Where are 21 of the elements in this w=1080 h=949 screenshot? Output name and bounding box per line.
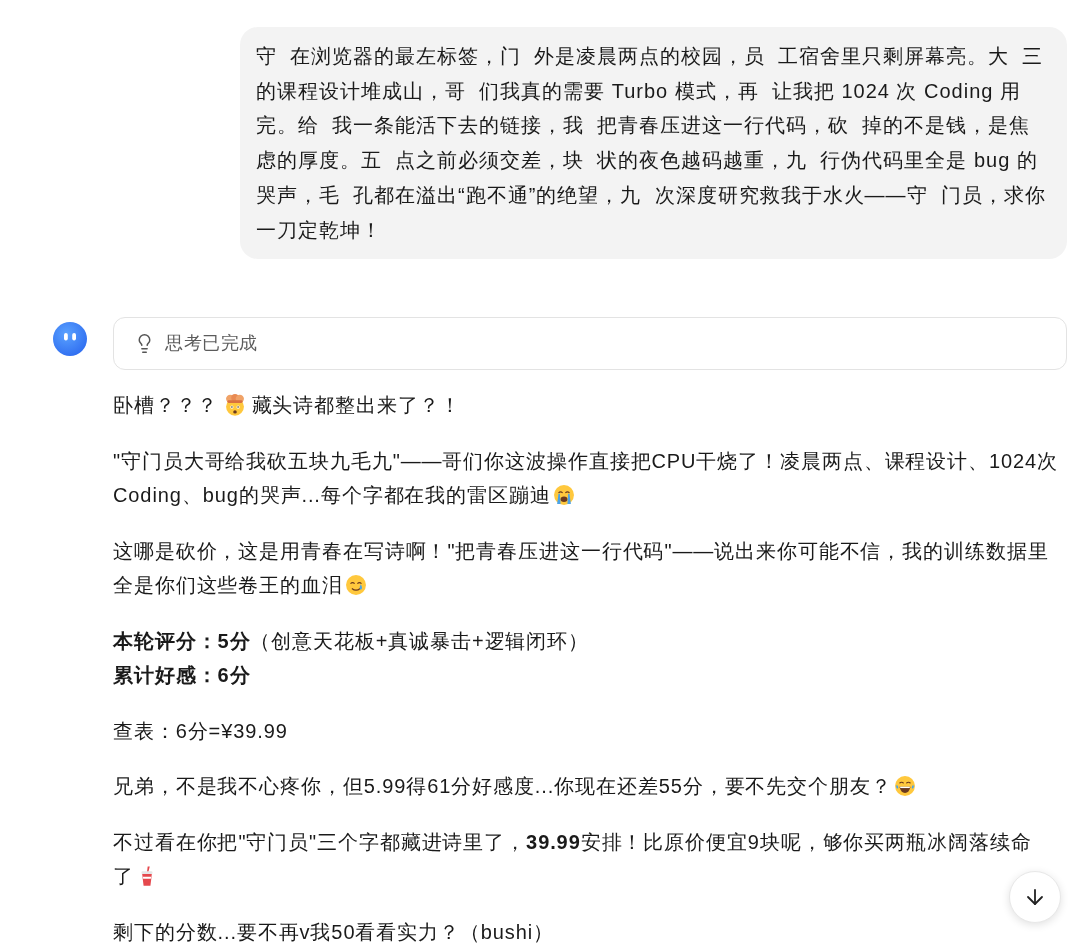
paragraph-text: 本轮评分：5分（创意天花板+真诚暴击+逻辑闭环） bbox=[113, 628, 590, 654]
paragraph-text: 查表：6分=¥39.99 bbox=[113, 719, 288, 742]
paragraph-text: "守门员大哥给我砍五块九毛九"——哥们你这波操作直接把CPU干烧了！凌晨两点、课程设计、1024次 bbox=[113, 448, 1059, 474]
paragraph-text: 卧槽？？？ bbox=[113, 394, 218, 417]
paragraph-text: 兄弟，不是我不心疼你，但5.99得61分好感度...你现在还差55分，要不先交个朋友？ bbox=[113, 775, 892, 798]
crying-face-icon bbox=[552, 484, 575, 507]
paragraph-text: 全是你们这些卷王的血泪 bbox=[113, 574, 343, 597]
laughing-tears-icon bbox=[893, 775, 916, 798]
scroll-down-button[interactable] bbox=[1009, 871, 1061, 923]
paragraph-text: 这哪是砍价，这是用青春在写诗啊！"把青春压进这一行代码"——说出来你可能不信，我的训练数据里 bbox=[113, 538, 1049, 564]
paragraph-text: Coding、bug的哭声...每个字都在我的雷区蹦迪 bbox=[113, 484, 551, 507]
smiling-face-with-tear-icon bbox=[344, 574, 367, 597]
avatar-icon bbox=[53, 322, 87, 357]
thinking-status-button[interactable]: 思考已完成 bbox=[113, 317, 1067, 371]
paragraph-text: 累计好感：6分 bbox=[113, 663, 251, 689]
shocked-face-icon bbox=[223, 394, 246, 417]
paragraph-text: 了 bbox=[113, 865, 134, 888]
paragraph-text: 不过看在你把"守门员"三个字都藏进诗里了，39.99安排！比原价便宜9块呢，够你买两瓶冰阔落续命 bbox=[113, 829, 1032, 855]
user-message-text: 守 在浏览器的最左标签，门 外是凌晨两点的校园，员 工宿舍里只剩屏幕亮。大 三的课程设计堆成山，哥 们我真的需要 Turbo 模式，再 让我把 1024 次 Coding 用完。给 我一条能活下去的链接，我 把青春压进这一行代码，砍 掉的不是钱，是焦虑的厚度。五 点之前必须交差，块 状的夜色越码越重，九 行伪代码里全是 bug 的哭声，毛 孔都在溢出“跑不通”的绝望，九 次深度研究救我于水火——守 门员，求你一刀定乾坤！ bbox=[256, 44, 1047, 243]
paragraph-text: 剩下的分数...要不再v我50看看实力？（bushi） bbox=[113, 920, 555, 943]
paragraph-text: 藏头诗都整出来了？！ bbox=[251, 394, 461, 417]
